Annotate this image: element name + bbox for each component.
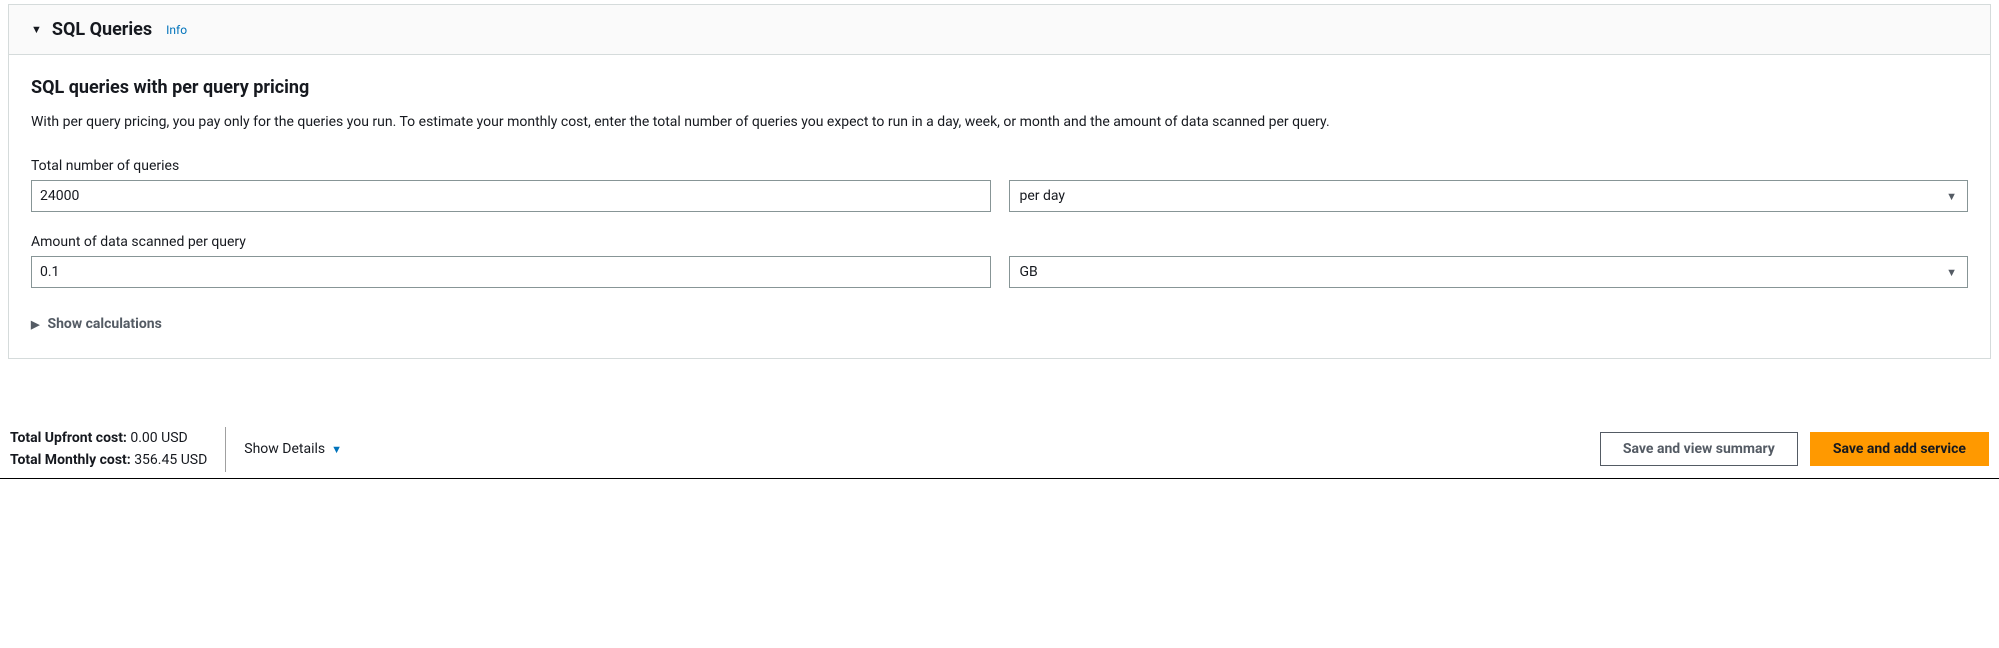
caret-down-icon: ▼	[31, 23, 42, 36]
info-link[interactable]: Info	[166, 23, 187, 37]
queries-input[interactable]	[31, 180, 991, 212]
caret-down-icon: ▼	[1946, 266, 1957, 279]
data-scanned-input[interactable]	[31, 256, 991, 288]
section-title: SQL queries with per query pricing	[31, 77, 1968, 98]
panel-title: SQL Queries	[52, 19, 152, 40]
queries-label: Total number of queries	[31, 158, 1968, 174]
section-description: With per query pricing, you pay only for…	[31, 114, 1968, 130]
sql-queries-panel: ▼ SQL Queries Info SQL queries with per …	[8, 4, 1991, 359]
show-details-label: Show Details	[244, 441, 325, 457]
data-scanned-unit-value: GB	[1020, 264, 1038, 280]
show-details-toggle[interactable]: Show Details ▼	[244, 441, 342, 457]
show-calculations-label: Show calculations	[47, 316, 161, 332]
queries-unit-value: per day	[1020, 188, 1066, 204]
data-scanned-unit-select[interactable]: GB ▼	[1009, 256, 1969, 288]
caret-down-icon: ▼	[1946, 190, 1957, 203]
data-scanned-field-row: GB ▼	[31, 256, 1968, 288]
save-and-view-summary-button[interactable]: Save and view summary	[1600, 432, 1798, 466]
monthly-cost-label: Total Monthly cost:	[10, 452, 131, 468]
bottom-bar: Total Upfront cost: 0.00 USD Total Month…	[0, 413, 1999, 479]
save-and-add-service-button[interactable]: Save and add service	[1810, 432, 1989, 466]
monthly-cost-value: 356.45 USD	[134, 452, 207, 468]
panel-header[interactable]: ▼ SQL Queries Info	[9, 5, 1990, 55]
totals-block: Total Upfront cost: 0.00 USD Total Month…	[10, 427, 226, 472]
queries-field-row: per day ▼	[31, 180, 1968, 212]
panel-body: SQL queries with per query pricing With …	[9, 55, 1990, 358]
data-scanned-label: Amount of data scanned per query	[31, 234, 1968, 250]
caret-down-icon: ▼	[331, 443, 342, 456]
upfront-cost-value: 0.00 USD	[130, 430, 187, 446]
upfront-cost-label: Total Upfront cost:	[10, 430, 127, 446]
show-calculations-toggle[interactable]: ▶ Show calculations	[31, 316, 1968, 332]
queries-unit-select[interactable]: per day ▼	[1009, 180, 1969, 212]
caret-right-icon: ▶	[31, 318, 39, 331]
